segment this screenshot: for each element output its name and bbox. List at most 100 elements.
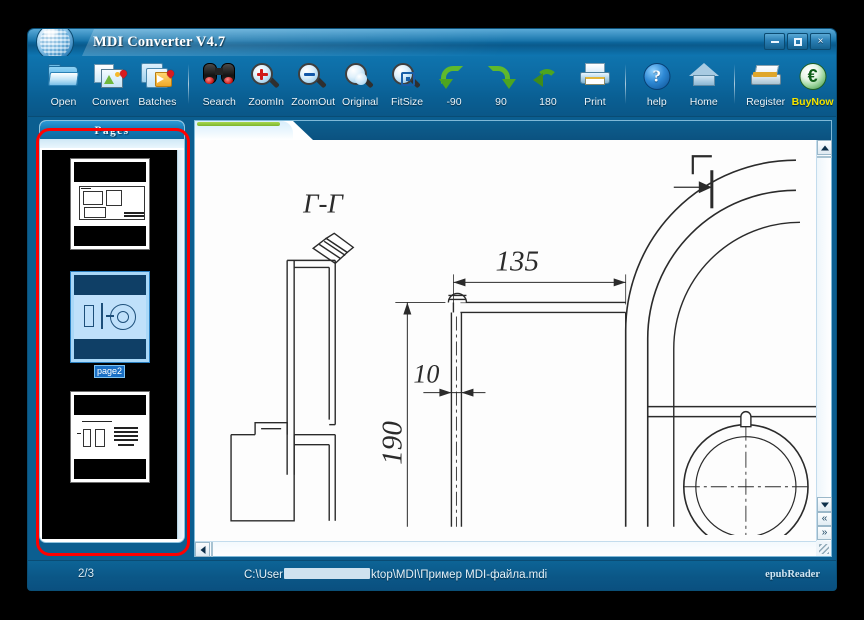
svg-text:10: 10 bbox=[413, 360, 439, 389]
magnifier-minus-icon bbox=[293, 61, 333, 95]
buynow-label: BuyNow bbox=[791, 96, 834, 108]
convert-images-icon bbox=[90, 61, 130, 95]
pages-panel-header: Pages bbox=[40, 121, 184, 139]
horizontal-scrollbar[interactable] bbox=[195, 541, 816, 557]
page-thumbnail-label-2: page2 bbox=[93, 365, 126, 378]
page-thumbnail-3[interactable] bbox=[70, 392, 149, 482]
buynow-button[interactable]: BuyNow bbox=[789, 60, 836, 115]
redacted-username bbox=[283, 568, 370, 579]
list-item[interactable] bbox=[42, 159, 177, 254]
batch-folder-icon bbox=[137, 61, 177, 95]
fitsize-label: FitSize bbox=[391, 96, 424, 108]
home-button[interactable]: Home bbox=[680, 60, 727, 115]
svg-text:Г-Г: Г-Г bbox=[302, 188, 344, 218]
rotate-right-label: 90 bbox=[495, 96, 507, 108]
help-button[interactable]: help bbox=[633, 60, 680, 115]
page-down-glyph: » bbox=[821, 527, 828, 538]
pages-panel-subbar bbox=[40, 139, 184, 148]
batches-button[interactable]: Batches bbox=[134, 60, 181, 115]
viewer-document-tab[interactable] bbox=[195, 121, 293, 140]
open-button[interactable]: Open bbox=[40, 60, 87, 115]
file-path-prefix: C:\User bbox=[244, 569, 283, 581]
help-label: help bbox=[646, 96, 667, 108]
euro-coin-icon bbox=[793, 61, 833, 95]
magnifier-original-icon bbox=[340, 61, 380, 95]
scroll-up-button[interactable] bbox=[817, 140, 832, 155]
rotate-180-button[interactable]: 180 bbox=[524, 60, 571, 115]
magnifier-plus-icon bbox=[246, 61, 286, 95]
original-label: Original bbox=[342, 96, 379, 108]
toolbar-separator bbox=[625, 64, 627, 104]
rotate-right-icon bbox=[481, 61, 521, 95]
thumbnail-preview bbox=[74, 415, 146, 459]
technical-drawing: Г-Г 135 10 190 bbox=[230, 155, 816, 535]
convert-button[interactable]: Convert bbox=[87, 60, 134, 115]
register-label: Register bbox=[746, 96, 786, 108]
printer-icon bbox=[575, 61, 615, 95]
vertical-scroll-thumb[interactable] bbox=[817, 156, 832, 158]
page-thumbnail-1[interactable] bbox=[70, 159, 149, 249]
open-label: Open bbox=[50, 96, 77, 108]
toolbar-separator bbox=[734, 64, 736, 104]
print-button[interactable]: Print bbox=[571, 60, 618, 115]
page-up-glyph: « bbox=[821, 513, 828, 524]
globe-icon bbox=[36, 29, 74, 56]
zoomin-button[interactable]: ZoomIn bbox=[243, 60, 290, 115]
title-bar: MDI Converter V4.7 × bbox=[28, 29, 836, 56]
close-button[interactable]: × bbox=[810, 33, 831, 50]
rotate-180-icon bbox=[528, 61, 568, 95]
fitsize-button[interactable]: FitSize bbox=[384, 60, 431, 115]
rotate-left-icon bbox=[434, 61, 474, 95]
document-viewer: Г-Г 135 10 190 « » bbox=[194, 120, 832, 557]
page-down-button[interactable]: » bbox=[817, 526, 832, 540]
resize-grip[interactable] bbox=[816, 541, 831, 556]
pages-panel-title: Pages bbox=[94, 125, 130, 137]
status-bar: 2/3 C:\User ktop\MDI\Пример MDI-файла.mdi… bbox=[28, 560, 836, 590]
binoculars-icon bbox=[199, 61, 239, 95]
toolbar: Open Convert Batches Search ZoomIn ZoomO… bbox=[28, 56, 836, 117]
application-window: MDI Converter V4.7 × Open Convert Batche… bbox=[27, 28, 837, 591]
vertical-scrollbar[interactable]: « » bbox=[816, 140, 832, 541]
thumbnail-preview bbox=[74, 295, 146, 339]
page-thumbnail-2[interactable] bbox=[70, 272, 149, 362]
convert-label: Convert bbox=[92, 96, 129, 108]
folder-open-icon bbox=[43, 61, 83, 95]
toolbar-separator bbox=[187, 64, 189, 104]
register-card-icon bbox=[746, 61, 786, 95]
scroll-left-button[interactable] bbox=[195, 542, 210, 557]
page-indicator: 2/3 bbox=[78, 568, 94, 580]
register-button[interactable]: Register bbox=[742, 60, 789, 115]
rotate-right-button[interactable]: 90 bbox=[478, 60, 525, 115]
page-up-button[interactable]: « bbox=[817, 512, 832, 526]
file-path: C:\User ktop\MDI\Пример MDI-файла.mdi bbox=[244, 568, 547, 581]
rotate-left-label: -90 bbox=[446, 96, 462, 108]
zoomout-label: ZoomOut bbox=[291, 96, 336, 108]
list-item[interactable]: page2 bbox=[42, 272, 177, 378]
pages-panel: Pages page2 bbox=[39, 120, 185, 543]
list-item[interactable] bbox=[42, 392, 177, 487]
original-button[interactable]: Original bbox=[337, 60, 384, 115]
search-label: Search bbox=[202, 96, 236, 108]
zoomout-button[interactable]: ZoomOut bbox=[290, 60, 337, 115]
zoomin-label: ZoomIn bbox=[248, 96, 285, 108]
pages-panel-scrollbar[interactable] bbox=[177, 150, 184, 539]
house-icon bbox=[684, 61, 724, 95]
maximize-button[interactable] bbox=[787, 33, 808, 50]
scroll-down-button[interactable] bbox=[817, 497, 832, 512]
print-label: Print bbox=[584, 96, 606, 108]
batches-label: Batches bbox=[138, 96, 177, 108]
document-canvas[interactable]: Г-Г 135 10 190 bbox=[195, 140, 816, 541]
screenshot-root: MDI Converter V4.7 × Open Convert Batche… bbox=[0, 0, 864, 620]
minimize-button[interactable] bbox=[764, 33, 785, 50]
window-controls: × bbox=[764, 33, 831, 50]
svg-text:190: 190 bbox=[376, 421, 408, 465]
watermark-brand: epubReader bbox=[765, 569, 820, 580]
question-circle-icon bbox=[637, 61, 677, 95]
rotate-left-button[interactable]: -90 bbox=[431, 60, 478, 115]
horizontal-scroll-thumb[interactable] bbox=[211, 542, 213, 557]
search-button[interactable]: Search bbox=[196, 60, 243, 115]
rotate-180-label: 180 bbox=[539, 96, 557, 108]
main-body: Pages page2 Г-Г 135 10 190 « » bbox=[28, 117, 836, 560]
pages-thumbnail-list[interactable]: page2 bbox=[42, 150, 177, 539]
home-label: Home bbox=[689, 96, 718, 108]
